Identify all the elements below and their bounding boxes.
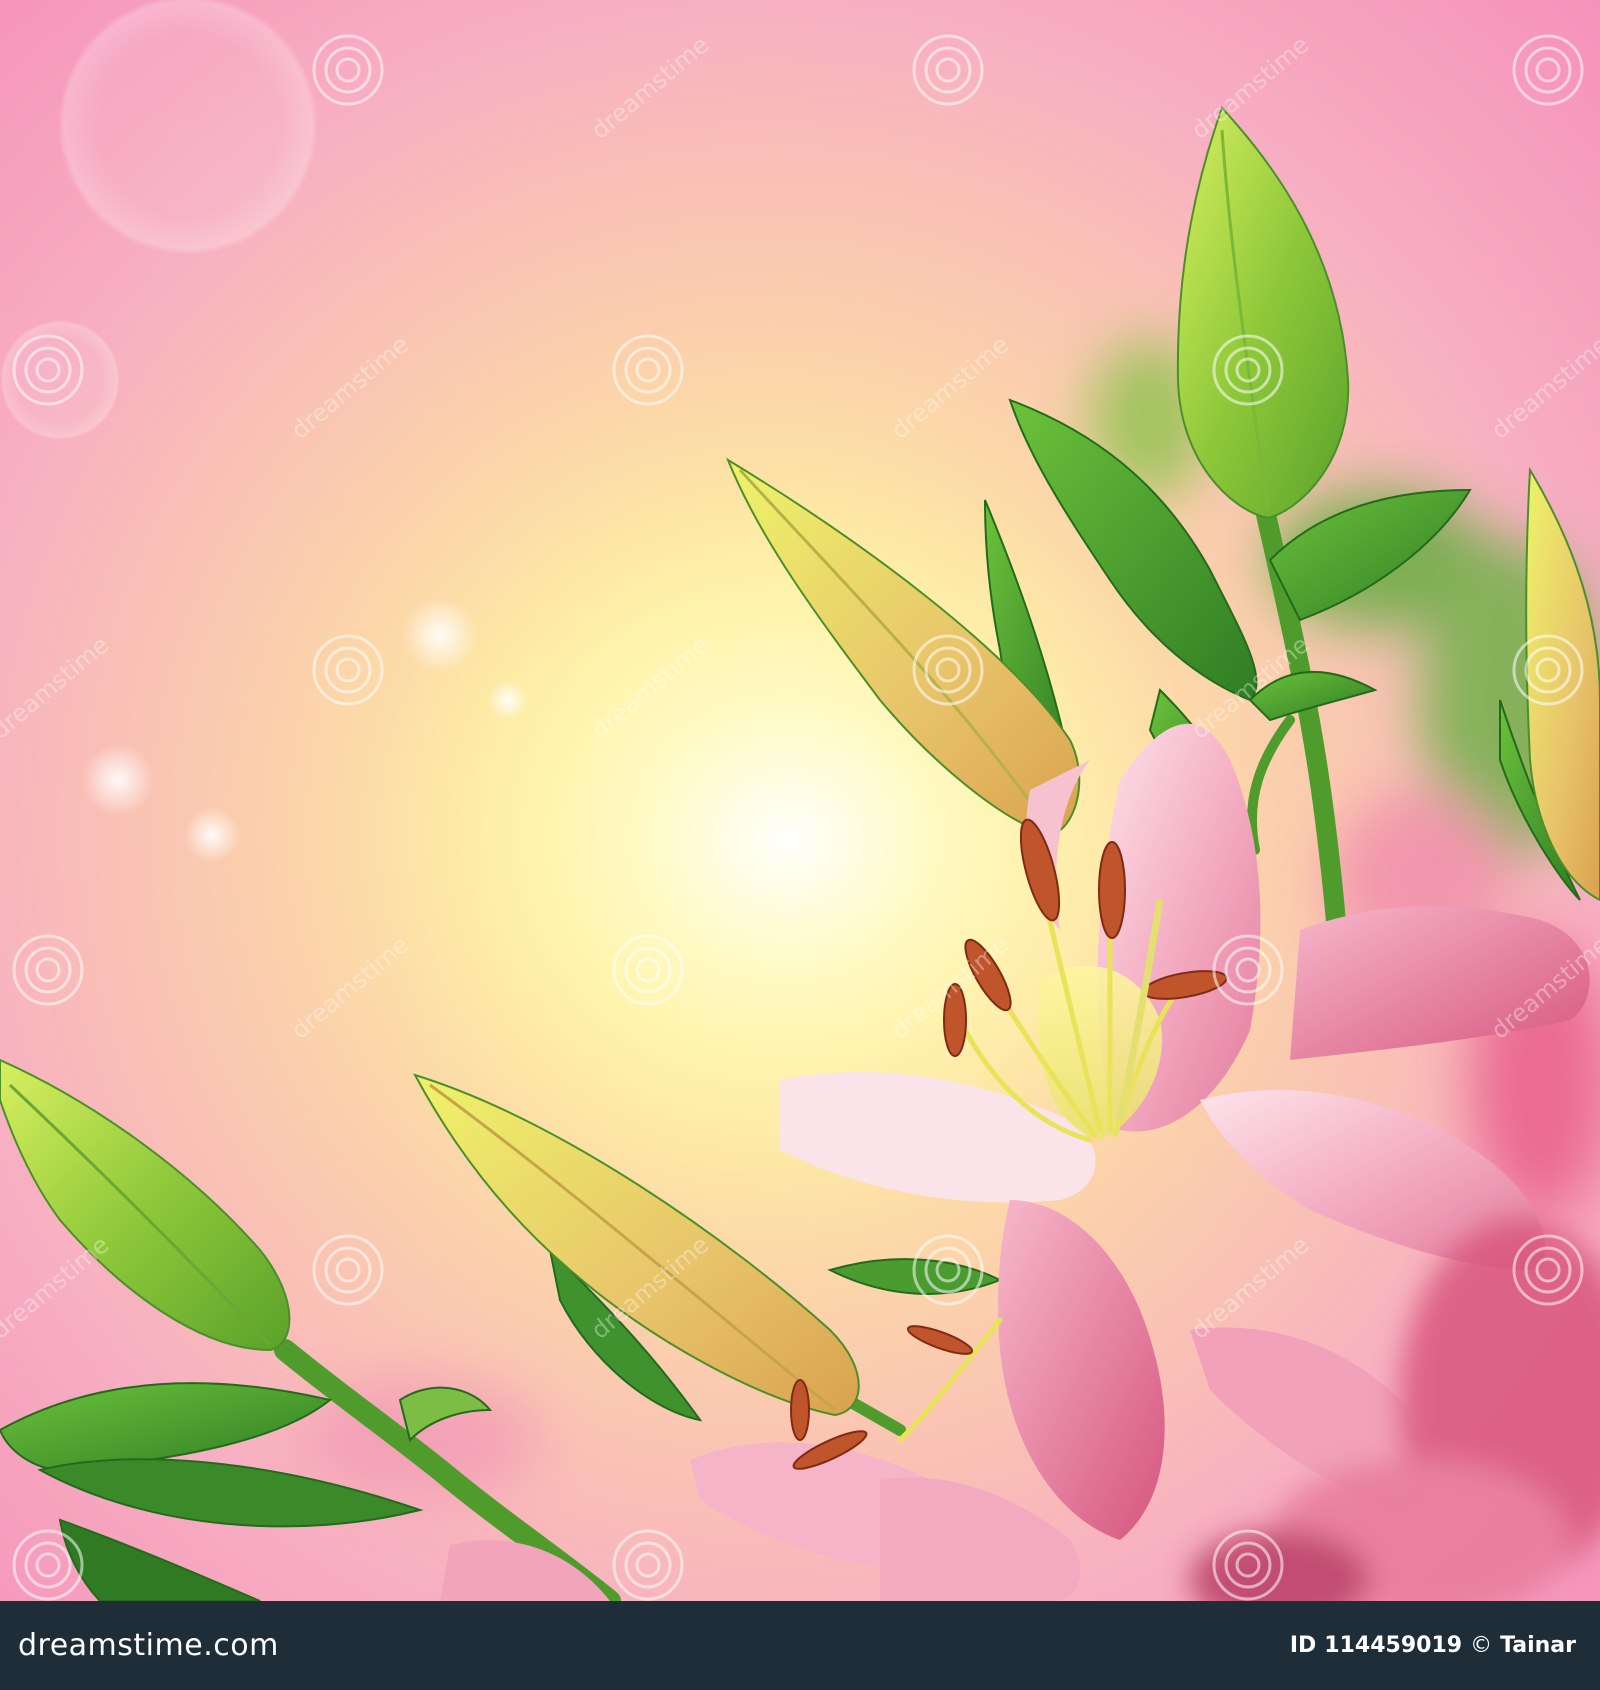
id-label: ID <box>1289 1633 1317 1658</box>
copyright-symbol: © <box>1470 1633 1493 1658</box>
image-id: 114459019 <box>1324 1633 1463 1658</box>
stock-footer-bar: dreamstime.com ID 114459019 © Tainar <box>0 1601 1600 1690</box>
dreamstime-brand-text[interactable]: dreamstime.com <box>18 1628 279 1663</box>
image-credit: ID 114459019 © Tainar <box>1290 1633 1576 1658</box>
author-name[interactable]: Tainar <box>1500 1633 1576 1658</box>
stock-photo: dreamstime dreamstime dreamstime dreamst… <box>0 0 1600 1601</box>
